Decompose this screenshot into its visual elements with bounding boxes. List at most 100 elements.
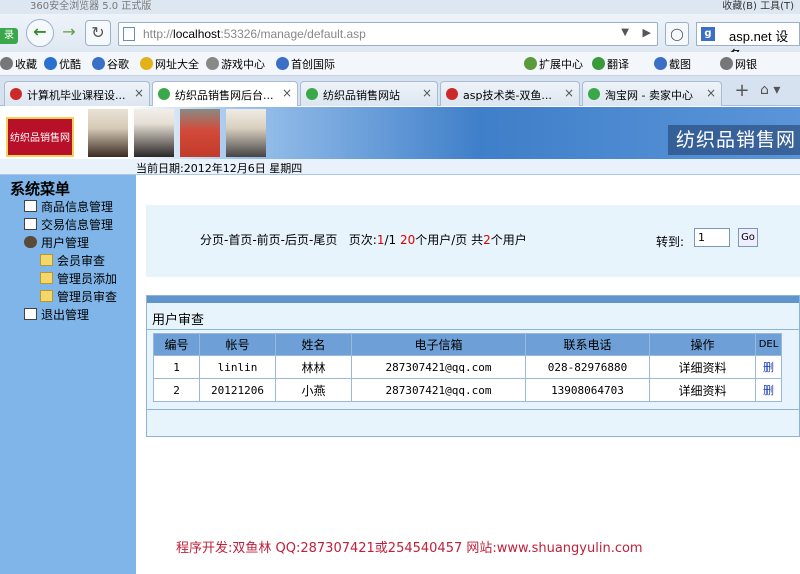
tab-label: asp技术类-双鱼... bbox=[463, 89, 552, 102]
folder-icon bbox=[40, 254, 53, 266]
sidebar-item-label: 会员审查 bbox=[57, 254, 106, 268]
close-tab-icon[interactable]: × bbox=[134, 86, 144, 100]
bookmark-icon bbox=[524, 57, 537, 70]
bookmark-label: 翻译 bbox=[607, 58, 629, 71]
sidebar: 系统菜单 商品信息管理 交易信息管理 用户管理 会员审查 管理员添加 管理员审查 退出管理 bbox=[0, 175, 136, 574]
tab-label: 淘宝网 - 卖家中心 bbox=[605, 89, 693, 102]
bookmark-label: 谷歌 bbox=[107, 58, 129, 71]
bookmark-label: 网银 bbox=[735, 58, 757, 71]
bookmark-item[interactable]: 网银 bbox=[720, 56, 757, 72]
sidebar-item[interactable]: 交易信息管理 bbox=[24, 216, 113, 233]
close-tab-icon[interactable]: × bbox=[422, 86, 432, 100]
bookmark-item[interactable]: 谷歌 bbox=[92, 56, 129, 72]
bookmark-icon bbox=[206, 57, 219, 70]
forward-button[interactable]: → bbox=[56, 20, 82, 46]
bookmark-item[interactable]: 游戏中心 bbox=[206, 56, 265, 72]
address-bar[interactable]: http://localhost:53326/manage/default.as… bbox=[118, 22, 658, 46]
table-cell: 删 bbox=[755, 355, 782, 379]
cell-phone: 13908064703 bbox=[551, 383, 624, 397]
browser-tab[interactable]: 计算机毕业课程设... × bbox=[4, 81, 150, 106]
column-header: 编号 bbox=[153, 333, 200, 356]
tab-label: 纺织品销售网后台... bbox=[175, 89, 274, 102]
bookmark-icon bbox=[0, 57, 13, 70]
table-cell: 13908064703 bbox=[525, 378, 650, 402]
bookmark-item[interactable]: 收藏 bbox=[0, 56, 37, 72]
cell-id: 1 bbox=[173, 360, 180, 374]
bookmark-icon bbox=[44, 57, 57, 70]
home-icon[interactable]: ⌂ ▾ bbox=[760, 82, 780, 98]
go-arrow-icon[interactable]: ▶ bbox=[643, 26, 651, 39]
bookmark-item[interactable]: 优酷 bbox=[44, 56, 81, 72]
bookmark-item[interactable]: 翻译 bbox=[592, 56, 629, 72]
folder-icon bbox=[40, 272, 53, 284]
delete-link[interactable]: 删 bbox=[763, 384, 774, 397]
table-cell: linlin bbox=[199, 355, 276, 379]
tab-bar: 计算机毕业课程设... × 纺织品销售网后台... × 纺织品销售网站 × asp技术类-双… bbox=[0, 76, 800, 106]
goto-page-input[interactable] bbox=[694, 228, 730, 247]
table-cell: 删 bbox=[755, 378, 782, 402]
table-cell: 287307421@qq.com bbox=[351, 378, 526, 402]
tab-label: 纺织品销售网站 bbox=[323, 89, 400, 102]
bookmark-label: 扩展中心 bbox=[539, 58, 583, 71]
table-cell: 2 bbox=[153, 378, 200, 402]
footer-credits: 程序开发:双鱼林 QQ:287307421或254540457 网站:www.s… bbox=[176, 541, 643, 556]
sidebar-item[interactable]: 退出管理 bbox=[24, 306, 89, 323]
browser-tab[interactable]: 纺织品销售网后台... × bbox=[152, 81, 298, 106]
bookmark-item[interactable]: 首创国际 bbox=[276, 56, 335, 72]
new-tab-button[interactable]: + bbox=[732, 82, 752, 102]
sidebar-item-label: 退出管理 bbox=[41, 308, 90, 322]
column-header: 姓名 bbox=[275, 333, 352, 356]
search-engine-icon[interactable]: g bbox=[701, 27, 715, 41]
delete-link[interactable]: 删 bbox=[763, 361, 774, 374]
cell-name: 小燕 bbox=[301, 383, 326, 398]
address-url: http://localhost:53326/manage/default.as… bbox=[143, 27, 366, 41]
refresh-button[interactable]: ↻ bbox=[85, 20, 111, 46]
details-link[interactable]: 详细资料 bbox=[678, 384, 726, 398]
close-tab-icon[interactable]: × bbox=[706, 86, 716, 100]
go-button[interactable]: Go bbox=[738, 228, 758, 247]
main-content: 分页-首页-前页-后页-尾页 页次:1/1 20个用户/页 共2个用户 转到: … bbox=[136, 175, 800, 574]
shield-icon[interactable]: ◯ bbox=[665, 22, 689, 46]
sidebar-item[interactable]: 管理员添加 bbox=[40, 270, 117, 287]
pager-nav[interactable]: 分页-首页-前页-后页-尾页 bbox=[200, 233, 337, 247]
pager-text: 分页-首页-前页-后页-尾页 页次:1/1 20个用户/页 共2个用户 bbox=[200, 233, 527, 247]
browser-tab[interactable]: asp技术类-双鱼... × bbox=[440, 81, 580, 106]
divider bbox=[147, 329, 799, 330]
sidebar-item[interactable]: 管理员审查 bbox=[40, 288, 117, 305]
browser-title: 360安全浏览器 5.0 正式版 bbox=[30, 1, 152, 12]
sidebar-item-label: 交易信息管理 bbox=[41, 218, 114, 232]
bookmark-label: 网址大全 bbox=[155, 58, 199, 71]
goto-label: 转到: bbox=[656, 235, 685, 249]
browser-tab[interactable]: 纺织品销售网站 × bbox=[300, 81, 438, 106]
bookmark-label: 首创国际 bbox=[291, 58, 335, 71]
date-bar: 当前日期:2012年12月6日 星期四 bbox=[0, 159, 800, 175]
table-cell: 1 bbox=[153, 355, 200, 379]
bookmark-item[interactable]: 截图 bbox=[654, 56, 691, 72]
login-badge[interactable]: 录 bbox=[0, 28, 18, 44]
sidebar-item[interactable]: 会员审查 bbox=[40, 252, 105, 269]
browser-tab[interactable]: 淘宝网 - 卖家中心 × bbox=[582, 81, 722, 106]
search-input[interactable]: g asp.net 设备 bbox=[696, 22, 800, 63]
sidebar-item-label: 管理员添加 bbox=[57, 272, 118, 286]
document-icon bbox=[24, 218, 37, 230]
chevron-down-icon[interactable]: ▼ bbox=[621, 27, 629, 38]
back-button[interactable]: ← bbox=[26, 19, 54, 47]
table-cell: 详细资料 bbox=[649, 378, 756, 402]
tab-label: 计算机毕业课程设... bbox=[27, 89, 126, 102]
table-cell: 小燕 bbox=[275, 378, 352, 402]
details-link[interactable]: 详细资料 bbox=[678, 361, 726, 375]
browser-menu[interactable]: 收藏(B) 工具(T) bbox=[722, 0, 794, 12]
tab-favicon bbox=[306, 88, 318, 100]
close-tab-icon[interactable]: × bbox=[564, 86, 574, 100]
page-icon bbox=[123, 27, 135, 41]
divider bbox=[147, 409, 799, 410]
bookmark-item[interactable]: 扩展中心 bbox=[524, 56, 583, 72]
model-photo bbox=[134, 109, 174, 157]
column-header: 电子信箱 bbox=[351, 333, 526, 356]
sidebar-item-label: 管理员审查 bbox=[57, 290, 118, 304]
sidebar-item[interactable]: 用户管理 bbox=[24, 234, 89, 251]
document-icon bbox=[24, 308, 37, 320]
bookmark-item[interactable]: 网址大全 bbox=[140, 56, 199, 72]
sidebar-item[interactable]: 商品信息管理 bbox=[24, 198, 113, 215]
close-tab-icon[interactable]: × bbox=[282, 86, 292, 100]
